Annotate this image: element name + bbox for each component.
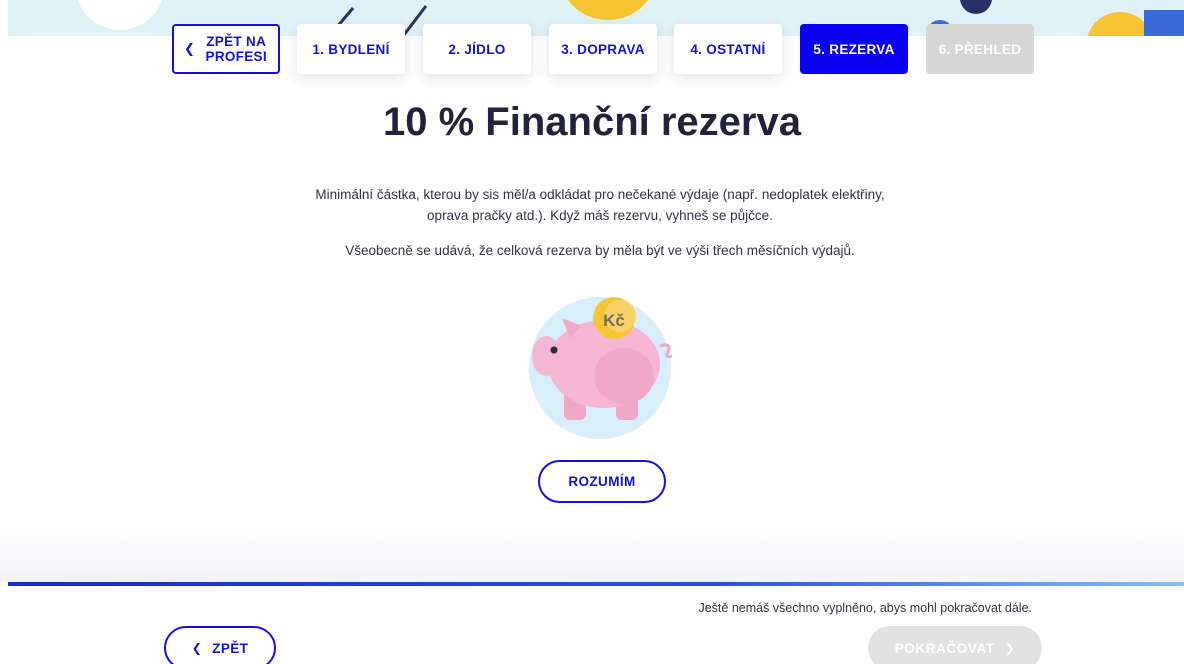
- content-fade: [0, 520, 1184, 582]
- tab-label: 5. REZERVA: [813, 41, 895, 57]
- tab-rezerva[interactable]: 5. REZERVA: [800, 24, 908, 74]
- step-navigation: ❮ ZPĚT NA PROFESI 1. BYDLENÍ 2. JÍDLO 3.…: [0, 22, 1184, 76]
- tab-doprava[interactable]: 3. DOPRAVA: [549, 24, 657, 74]
- tab-label: 2. JÍDLO: [448, 41, 506, 57]
- incomplete-notice: Ještě nemáš všechno vyplněno, abys mohl …: [698, 601, 1032, 615]
- reserve-description: Minimální částka, kterou by sis měl/a od…: [315, 187, 885, 223]
- progress-line: [8, 582, 1184, 586]
- back-to-profession-button[interactable]: ❮ ZPĚT NA PROFESI: [172, 24, 280, 74]
- page-title: 10 % Finanční rezerva: [383, 100, 801, 144]
- understand-button[interactable]: ROZUMÍM: [538, 460, 666, 503]
- back-button[interactable]: ❮ ZPĚT: [164, 626, 276, 664]
- back-label: ZPĚT: [212, 640, 249, 656]
- tab-prehled: 6. PŘEHLED: [926, 24, 1034, 74]
- back-to-profession-label: ZPĚT NA PROFESI: [205, 34, 267, 64]
- chevron-left-icon: ❮: [184, 41, 196, 56]
- tab-ostatni[interactable]: 4. OSTATNÍ: [674, 24, 782, 74]
- tab-label: 4. OSTATNÍ: [690, 41, 766, 57]
- tab-label: 6. PŘEHLED: [938, 41, 1022, 57]
- tab-jidlo[interactable]: 2. JÍDLO: [423, 24, 531, 74]
- continue-label: POKRAČOVAT: [894, 640, 995, 656]
- coin-label: Kč: [603, 311, 625, 330]
- piggy-bank-icon: Kč: [524, 296, 684, 441]
- tab-bydleni[interactable]: 1. BYDLENÍ: [297, 24, 405, 74]
- reserve-note: Všeobecně se udává, že celková rezerva b…: [345, 243, 855, 258]
- continue-button: POKRAČOVAT ❯: [868, 626, 1042, 664]
- tab-label: 3. DOPRAVA: [561, 41, 645, 57]
- chevron-right-icon: ❯: [1004, 641, 1016, 655]
- chevron-left-icon: ❮: [191, 641, 203, 655]
- tab-label: 1. BYDLENÍ: [312, 41, 390, 57]
- understand-label: ROZUMÍM: [568, 474, 636, 489]
